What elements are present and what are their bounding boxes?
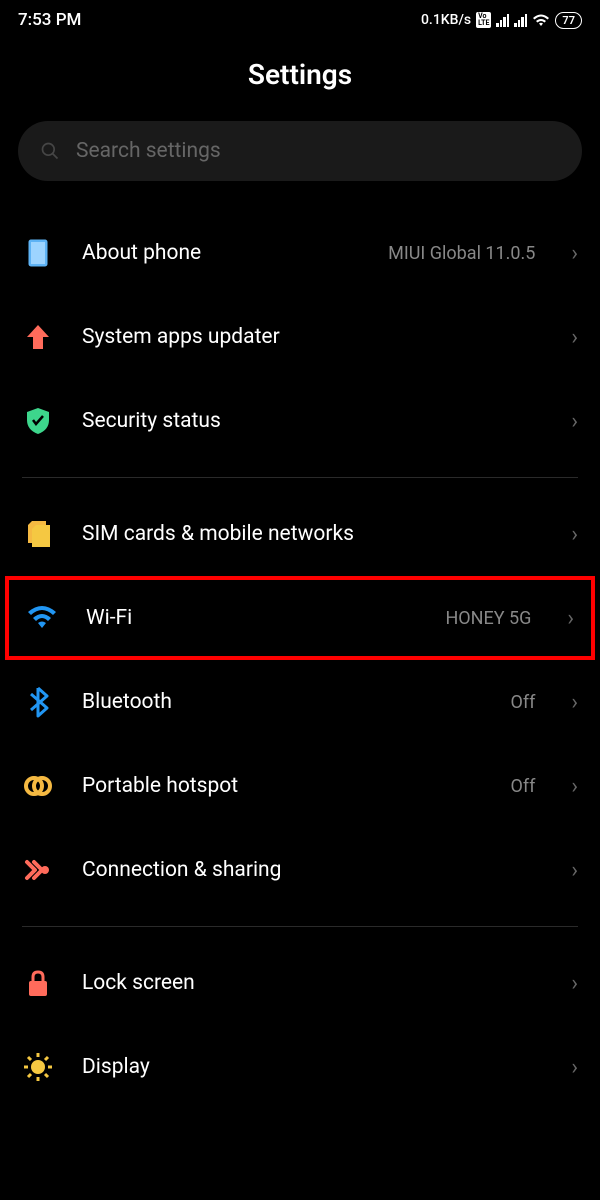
settings-item-hotspot[interactable]: Portable hotspot Off ›: [0, 744, 600, 828]
settings-item-security-status[interactable]: Security status ›: [0, 379, 600, 463]
chevron-right-icon: ›: [571, 522, 578, 547]
hotspot-icon: [22, 770, 54, 802]
settings-item-connection-sharing[interactable]: Connection & sharing ›: [0, 828, 600, 912]
chevron-right-icon: ›: [571, 858, 578, 883]
item-label: Portable hotspot: [82, 774, 482, 798]
signal-icon-2: [514, 13, 527, 27]
divider: [22, 477, 578, 478]
battery-icon: 77: [555, 12, 582, 29]
display-icon: [22, 1051, 54, 1083]
status-bar: 7:53 PM 0.1KB/s VoLTE 77: [0, 0, 600, 40]
item-value: Off: [510, 776, 535, 797]
data-rate: 0.1KB/s: [421, 12, 471, 28]
sim-icon: [22, 518, 54, 550]
chevron-right-icon: ›: [571, 774, 578, 799]
arrow-up-icon: [22, 321, 54, 353]
bluetooth-icon: [22, 686, 54, 718]
chevron-right-icon: ›: [571, 241, 578, 266]
item-label: Connection & sharing: [82, 858, 543, 882]
settings-item-system-updater[interactable]: System apps updater ›: [0, 295, 600, 379]
settings-item-about-phone[interactable]: About phone MIUI Global 11.0.5 ›: [0, 211, 600, 295]
settings-item-display[interactable]: Display ›: [0, 1025, 600, 1083]
search-icon: [40, 141, 60, 161]
item-value: Off: [510, 692, 535, 713]
connection-icon: [22, 854, 54, 886]
item-label: About phone: [82, 241, 360, 265]
volte-icon: VoLTE: [476, 12, 491, 28]
item-label: Display: [82, 1055, 543, 1079]
item-value: MIUI Global 11.0.5: [388, 243, 535, 264]
shield-icon: [22, 405, 54, 437]
item-value: HONEY 5G: [445, 608, 531, 629]
settings-item-wifi[interactable]: Wi-Fi HONEY 5G ›: [5, 576, 595, 660]
chevron-right-icon: ›: [571, 409, 578, 434]
settings-item-bluetooth[interactable]: Bluetooth Off ›: [0, 660, 600, 744]
signal-icon-1: [496, 13, 509, 27]
chevron-right-icon: ›: [571, 971, 578, 996]
item-label: Security status: [82, 409, 543, 433]
settings-list: About phone MIUI Global 11.0.5 › System …: [0, 211, 600, 1083]
settings-item-lock-screen[interactable]: Lock screen ›: [0, 941, 600, 1025]
page-header: Settings: [0, 40, 600, 121]
phone-icon: [22, 237, 54, 269]
item-label: System apps updater: [82, 325, 543, 349]
wifi-icon: [26, 602, 58, 634]
item-label: Wi-Fi: [86, 606, 417, 630]
chevron-right-icon: ›: [571, 690, 578, 715]
search-bar[interactable]: Search settings: [18, 121, 582, 181]
lock-icon: [22, 967, 54, 999]
item-label: Lock screen: [82, 971, 543, 995]
wifi-icon: [532, 13, 550, 27]
search-placeholder: Search settings: [76, 139, 221, 163]
chevron-right-icon: ›: [571, 1055, 578, 1080]
divider: [22, 926, 578, 927]
chevron-right-icon: ›: [571, 325, 578, 350]
item-label: Bluetooth: [82, 690, 482, 714]
chevron-right-icon: ›: [567, 606, 574, 631]
settings-item-sim-cards[interactable]: SIM cards & mobile networks ›: [0, 492, 600, 576]
status-time: 7:53 PM: [18, 10, 81, 30]
status-indicators: 0.1KB/s VoLTE 77: [421, 12, 582, 29]
item-label: SIM cards & mobile networks: [82, 522, 543, 546]
page-title: Settings: [0, 58, 600, 91]
